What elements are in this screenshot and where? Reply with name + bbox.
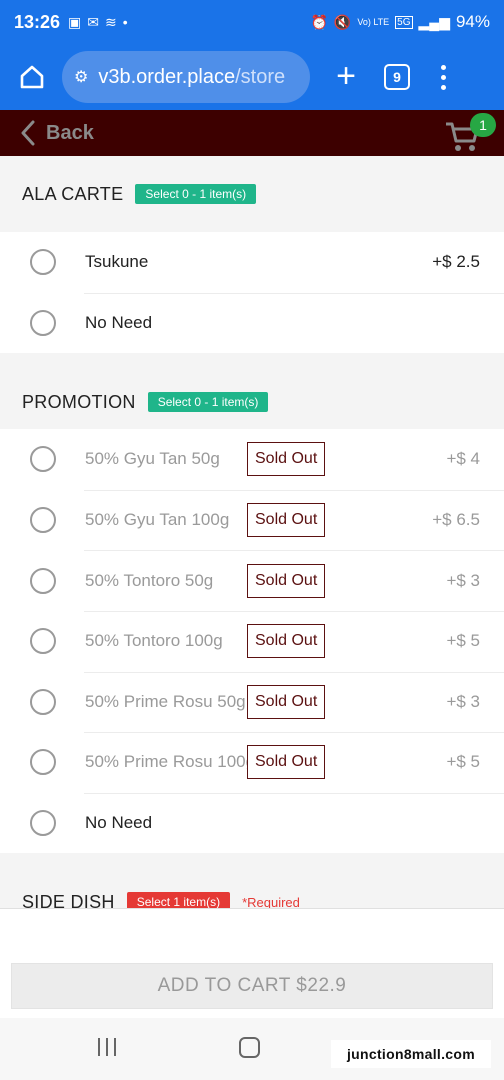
option-row: 50% Prime Rosu 50g Sold Out +$ 3 [0,671,504,733]
required-label: *Required [242,894,300,908]
option-row: 50% Prime Rosu 100g Sold Out +$ 5 [0,732,504,793]
section-title: SIDE DISH [22,891,115,908]
radio-button [30,567,56,594]
option-price: +$ 6.5 [432,510,480,530]
cart-count-badge: 1 [470,113,496,137]
section-header-promotion: PROMOTION Select 0 - 1 item(s) [0,375,504,430]
sync-icon: ≋ [105,13,117,30]
browser-toolbar: ⚙ v3b.order.place/store + 9 [0,44,504,110]
site-settings-icon[interactable]: ⚙ [74,67,88,87]
new-tab-button[interactable]: + [328,59,364,95]
gmail-icon: ✉ [87,13,100,30]
option-row[interactable]: No Need [0,792,504,854]
home-button[interactable] [10,55,54,99]
url-path: /store [235,65,286,88]
home-icon [20,65,44,89]
radio-button [30,446,56,473]
clock: 13:26 [14,11,61,32]
volte-icon: Vo) LTE [357,16,390,27]
url-bar[interactable]: ⚙ v3b.order.place/store [62,51,310,103]
option-name: No Need [85,312,153,332]
selection-badge: Select 0 - 1 item(s) [147,392,269,413]
option-list-promotion: 50% Gyu Tan 50g Sold Out +$ 4 50% Gyu Ta… [0,429,504,854]
app-header: Back 1 [0,110,504,156]
option-name: 50% Gyu Tan 50g [85,449,220,469]
radio-button [30,688,56,715]
option-name: No Need [85,813,153,833]
option-price: +$ 5 [446,631,480,651]
option-name: Tsukune [85,252,149,272]
add-to-cart-button[interactable]: ADD TO CART $22.9 [11,963,493,1009]
radio-button [30,749,56,776]
option-name: 50% Tontoro 50g [85,570,214,590]
home-nav-button[interactable] [239,1037,260,1058]
radio-button[interactable] [30,309,56,336]
options-content: ALA CARTE Select 0 - 1 item(s) Tsukune +… [0,156,504,908]
option-list-ala-carte: Tsukune +$ 2.5 No Need [0,232,504,354]
image-icon: ▣ [68,13,82,30]
option-name: 50% Tontoro 100g [85,631,223,651]
option-name: 50% Prime Rosu 50g [85,691,246,711]
sold-out-tag: Sold Out [247,442,326,477]
battery-level: 94% [455,12,490,31]
option-price: +$ 4 [446,449,480,469]
sold-out-tag: Sold Out [247,745,326,780]
option-name: 50% Gyu Tan 100g [85,510,230,530]
network-type: 5G [395,15,413,29]
url-host: v3b.order.place [98,65,236,88]
notification-icons: ▣ ✉ ≋ • [68,14,128,31]
option-price: +$ 2.5 [432,252,480,272]
back-button[interactable]: Back [20,120,94,146]
recent-apps-button[interactable] [98,1038,116,1056]
selection-badge: Select 1 item(s) [126,892,231,908]
selection-badge: Select 0 - 1 item(s) [135,184,257,204]
mute-icon: 🔇 [333,13,352,30]
option-row[interactable]: Tsukune +$ 2.5 [0,232,504,293]
option-row: 50% Gyu Tan 100g Sold Out +$ 6.5 [0,489,504,551]
option-name: 50% Prime Rosu 100g [85,752,256,772]
option-price: +$ 3 [446,691,480,711]
alarm-icon: ⏰ [310,13,328,30]
sold-out-tag: Sold Out [247,563,326,598]
cart-footer: ADD TO CART $22.9 [0,908,504,1018]
option-row[interactable]: No Need [0,292,504,354]
sold-out-tag: Sold Out [247,503,326,538]
sold-out-tag: Sold Out [247,684,326,719]
status-bar: 13:26 ▣ ✉ ≋ • ⏰ 🔇 Vo) LTE 5G ▂▄▆ 94% [0,0,504,44]
option-row: 50% Tontoro 100g Sold Out +$ 5 [0,610,504,672]
radio-button [30,628,56,655]
back-label: Back [46,121,94,144]
radio-button [30,507,56,534]
option-row: 50% Gyu Tan 50g Sold Out +$ 4 [0,429,504,490]
system-icons: ⏰ 🔇 Vo) LTE 5G ▂▄▆ 94% [310,12,490,32]
radio-button[interactable] [30,249,56,276]
signal-icon: ▂▄▆ [418,13,450,30]
tab-switcher-button[interactable]: 9 [384,64,410,90]
watermark: junction8mall.com [331,1040,491,1068]
dot-icon: • [122,14,128,30]
option-row: 50% Tontoro 50g Sold Out +$ 3 [0,550,504,611]
section-title: PROMOTION [22,391,136,412]
option-price: +$ 3 [446,570,480,590]
cart-button[interactable]: 1 [444,113,496,153]
option-price: +$ 5 [446,752,480,772]
chevron-left-icon [21,120,35,146]
sold-out-tag: Sold Out [247,624,326,659]
radio-button[interactable] [30,810,56,837]
browser-menu-button[interactable] [438,64,448,90]
section-title: ALA CARTE [22,183,124,204]
section-header-ala-carte: ALA CARTE Select 0 - 1 item(s) [0,156,504,232]
section-header-side-dish: SIDE DISH Select 1 item(s) *Required [0,875,504,908]
